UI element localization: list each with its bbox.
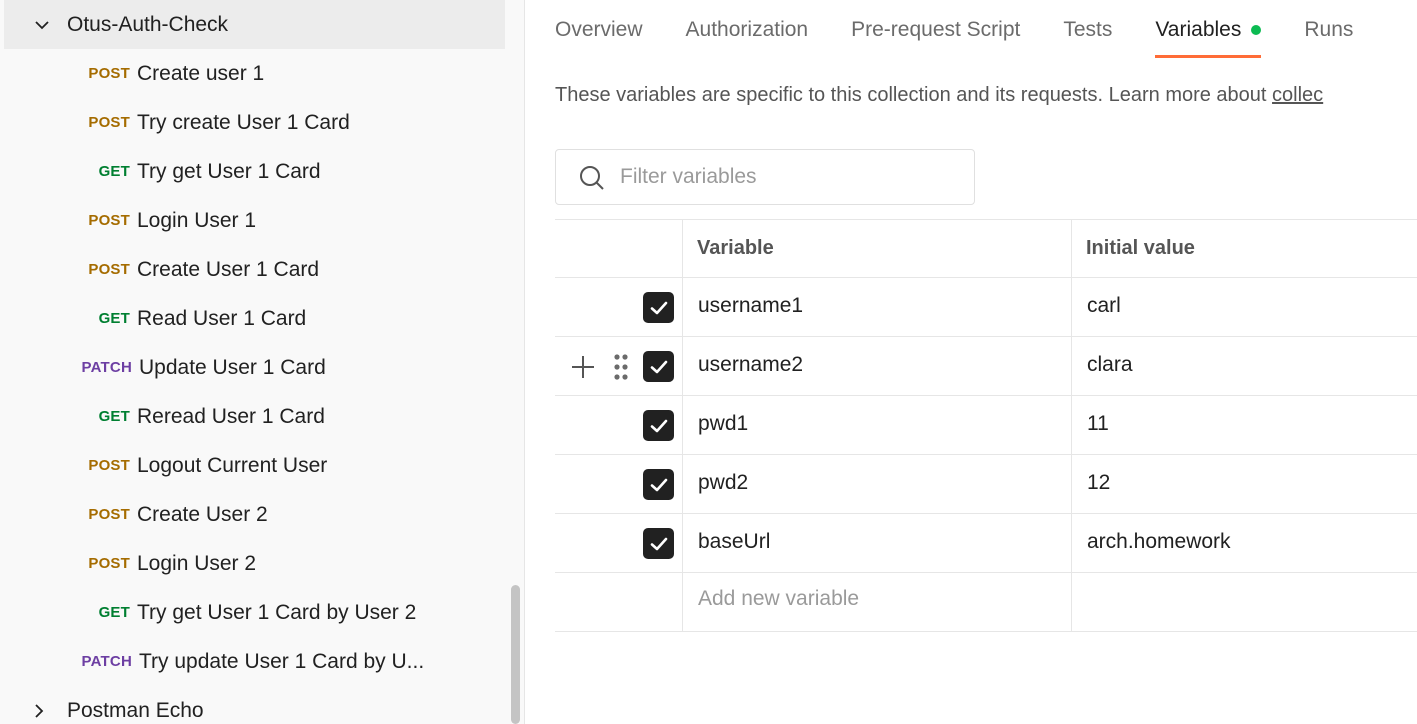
method-badge: GET [98,604,130,621]
initial-value-cell[interactable]: 11 [1087,412,1109,436]
sidebar-request-item[interactable]: GET Reread User 1 Card [0,392,505,441]
tab-tests[interactable]: Tests [1063,0,1112,60]
request-name: Create user 1 [137,61,265,85]
request-name: Try get User 1 Card [137,159,321,183]
folder-otus-auth-check[interactable]: Otus-Auth-Check [4,0,505,49]
method-badge: POST [88,555,130,572]
table-row: username2 clara [555,337,1417,396]
search-icon [580,166,604,190]
filter-box [555,149,975,205]
sidebar-request-item[interactable]: GET Read User 1 Card [0,294,505,343]
sidebar-request-item[interactable]: GET Try get User 1 Card [0,147,505,196]
enable-checkbox[interactable] [643,469,674,500]
method-badge: POST [88,506,130,523]
drag-handle-icon[interactable] [613,353,629,381]
request-name: Login User 2 [137,551,257,575]
request-name: Read User 1 Card [137,306,307,330]
table-row: baseUrl arch.homework [555,514,1417,573]
sidebar-request-item[interactable]: POST Login User 1 [0,196,505,245]
add-variable-row: Add new variable [555,573,1417,632]
request-name: Logout Current User [137,453,328,477]
request-name: Try update User 1 Card by U... [139,649,425,673]
method-badge: GET [98,408,130,425]
sidebar-request-item[interactable]: PATCH Update User 1 Card [0,343,505,392]
table-row: pwd1 11 [555,396,1417,455]
chevron-down-icon[interactable] [31,14,53,36]
method-badge: POST [88,212,130,229]
sidebar-request-item[interactable]: POST Create User 1 Card [0,245,505,294]
learn-more-link[interactable]: collec [1272,84,1323,106]
request-name: Login User 1 [137,208,257,232]
sidebar-request-item[interactable]: POST Create User 2 [0,490,505,539]
tab-pre-request-script[interactable]: Pre-request Script [851,0,1020,60]
method-badge: POST [88,457,130,474]
tab-runs[interactable]: Runs [1304,0,1353,60]
tab-variables-label: Variables [1155,18,1242,41]
check-icon [650,301,667,314]
request-name: Create User 2 [137,502,268,526]
collection-editor: Overview Authorization Pre-request Scrip… [526,0,1417,724]
sidebar-request-item[interactable]: GET Try get User 1 Card by User 2 [0,588,505,637]
method-badge: POST [88,114,130,131]
filter-variables-input[interactable] [620,160,960,194]
sidebar-request-item[interactable]: PATCH Try update User 1 Card by U... [0,637,505,686]
table-header-row: Variable Initial value [555,219,1417,278]
header-initial-value: Initial value [1086,237,1195,259]
enable-checkbox[interactable] [643,351,674,382]
method-badge: PATCH [81,653,132,670]
method-badge: PATCH [81,359,132,376]
variable-name-cell[interactable]: username1 [698,294,803,318]
request-name: Try create User 1 Card [137,110,350,134]
add-new-variable-input[interactable]: Add new variable [698,587,859,611]
variable-name-cell[interactable]: pwd1 [698,412,748,436]
sidebar-request-item[interactable]: POST Try create User 1 Card [0,98,505,147]
enable-checkbox[interactable] [643,410,674,441]
request-name: Create User 1 Card [137,257,320,281]
check-icon [650,419,667,432]
variables-table: Variable Initial value username1 carl user… [555,219,1417,632]
collection-sidebar: Otus-Auth-Check POST Create user 1 POST Try… [0,0,525,724]
variables-description: These variables are specific to this col… [555,84,1323,107]
table-row: pwd2 12 [555,455,1417,514]
method-badge: POST [88,65,130,82]
description-text: These variables are specific to this col… [555,84,1273,106]
method-badge: GET [98,310,130,327]
variable-name-cell[interactable]: pwd2 [698,471,748,495]
method-badge: GET [98,163,130,180]
sidebar-scrollbar[interactable] [511,585,520,724]
initial-value-cell[interactable]: 12 [1087,471,1110,495]
header-variable: Variable [697,237,774,259]
tab-bar: Overview Authorization Pre-request Scrip… [555,0,1396,60]
initial-value-cell[interactable]: clara [1087,353,1133,377]
tab-overview[interactable]: Overview [555,0,643,60]
request-name: Reread User 1 Card [137,404,325,428]
check-icon [650,478,667,491]
folder-label: Postman Echo [67,698,204,722]
sidebar-request-item[interactable]: POST Logout Current User [0,441,505,490]
check-icon [650,537,667,550]
chevron-right-icon[interactable] [28,700,50,722]
add-row-icon[interactable] [570,354,596,380]
sidebar-request-item[interactable]: POST Login User 2 [0,539,505,588]
variable-name-cell[interactable]: username2 [698,353,803,377]
unsaved-dot-icon [1251,25,1262,35]
folder-postman-echo[interactable]: Postman Echo [0,686,505,724]
initial-value-cell[interactable]: arch.homework [1087,530,1231,554]
tab-variables[interactable]: Variables [1155,0,1262,60]
request-name: Try get User 1 Card by User 2 [137,600,417,624]
check-icon [650,360,667,373]
enable-checkbox[interactable] [643,528,674,559]
request-name: Update User 1 Card [139,355,326,379]
variable-name-cell[interactable]: baseUrl [698,530,770,554]
folder-label: Otus-Auth-Check [67,12,229,36]
method-badge: POST [88,261,130,278]
tab-authorization[interactable]: Authorization [686,0,809,60]
table-row: username1 carl [555,278,1417,337]
enable-checkbox[interactable] [643,292,674,323]
initial-value-cell[interactable]: carl [1087,294,1121,318]
sidebar-request-item[interactable]: POST Create user 1 [0,49,505,98]
